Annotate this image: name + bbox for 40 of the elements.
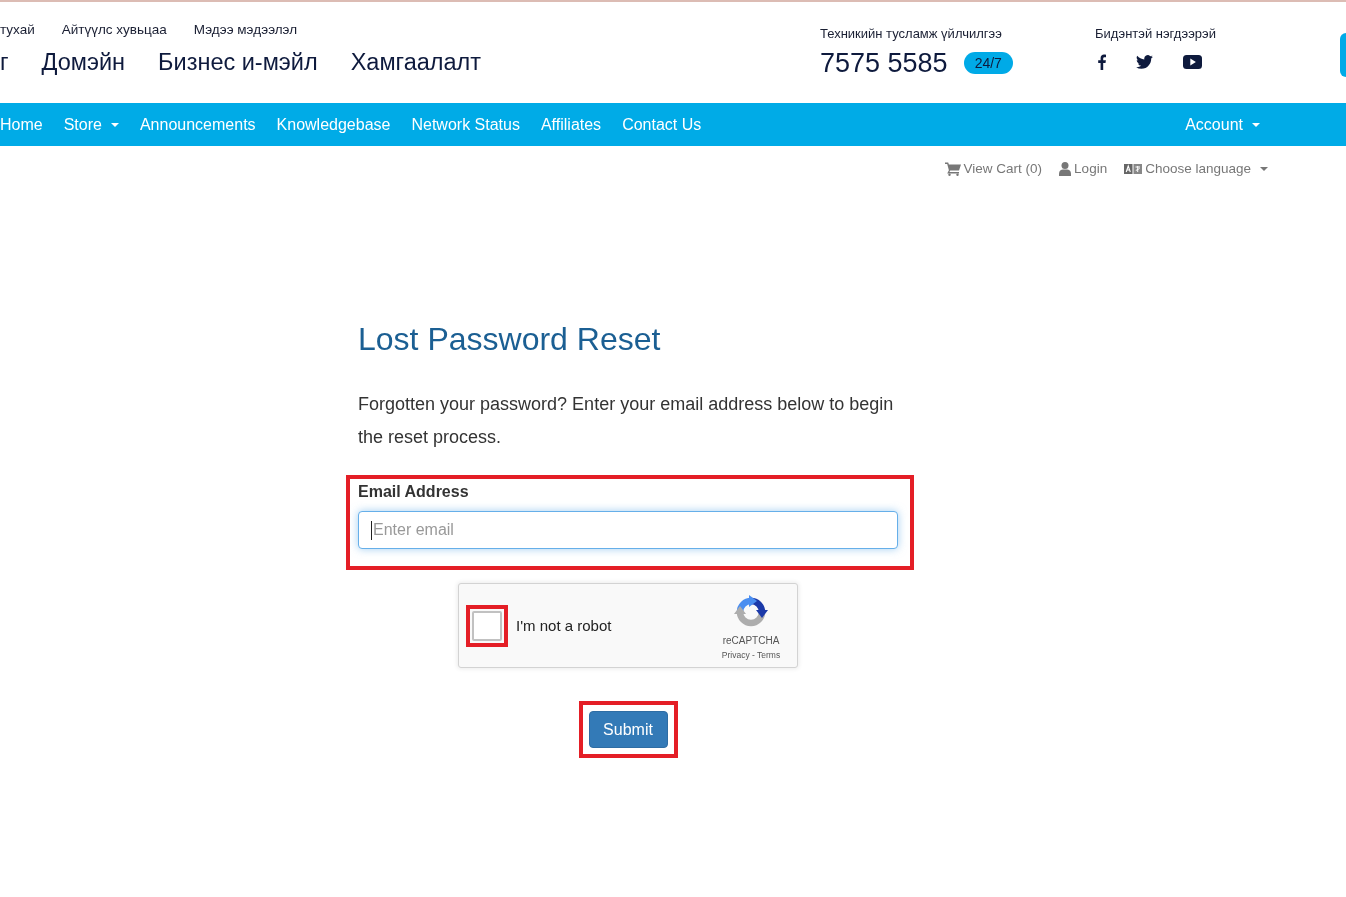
page-title: Lost Password Reset bbox=[358, 320, 662, 359]
captcha-brand: reCAPTCHA bbox=[722, 635, 780, 647]
view-cart-link[interactable]: View Cart (0) bbox=[944, 160, 1043, 178]
round-button[interactable] bbox=[1340, 33, 1346, 77]
login-link[interactable]: Login bbox=[1059, 160, 1108, 178]
twitter-icon[interactable] bbox=[1136, 55, 1153, 69]
captcha-checkbox[interactable] bbox=[472, 610, 502, 641]
text-cursor-icon bbox=[371, 521, 372, 540]
cart-icon bbox=[944, 162, 961, 176]
user-icon bbox=[1059, 162, 1072, 176]
submit-button[interactable]: Submit bbox=[588, 711, 668, 748]
captcha-terms-links[interactable]: Privacy - Terms bbox=[721, 649, 781, 661]
header-menu-link[interactable]: Домэйн bbox=[41, 49, 126, 76]
header-menu-link[interactable]: г bbox=[0, 49, 9, 76]
email-input[interactable]: Enter email bbox=[358, 511, 898, 549]
captcha-label: I'm not a robot bbox=[516, 617, 612, 634]
hours-badge: 24/7 bbox=[963, 52, 1013, 74]
nav-link[interactable]: Network Status bbox=[411, 114, 520, 135]
nav-link[interactable]: Announcements bbox=[139, 114, 256, 135]
nav-link[interactable]: Contact Us bbox=[622, 114, 702, 135]
header-menu-link[interactable]: Хамгаалалт bbox=[350, 49, 482, 76]
intro-text: Forgotten your password? Enter your email address below to begin the reset process. bbox=[358, 393, 895, 449]
phone-number: 7575 5585 bbox=[820, 47, 948, 79]
header-link[interactable]: тухай bbox=[0, 22, 35, 38]
support-label: Техникийн тусламж үйлчилгээ bbox=[820, 26, 1003, 42]
account-menu[interactable]: Account bbox=[1185, 114, 1260, 135]
header-menu-link[interactable]: Бизнес и-мэйл bbox=[158, 49, 318, 76]
facebook-icon[interactable] bbox=[1098, 54, 1106, 70]
header-link[interactable]: Мэдээ мэдээлэл bbox=[193, 22, 298, 38]
field-label: Email Address bbox=[358, 482, 470, 502]
nav-link[interactable]: Affiliates bbox=[540, 114, 602, 135]
circular-arrows-icon bbox=[734, 595, 768, 629]
youtube-icon[interactable] bbox=[1183, 55, 1202, 69]
language-icon bbox=[1124, 164, 1143, 174]
header-link[interactable]: Айтүүлс хувьцаа bbox=[61, 22, 167, 38]
social-label: Бидэнтэй нэгдээрэй bbox=[1095, 26, 1217, 42]
nav-link[interactable]: Home bbox=[0, 114, 43, 135]
language-dropdown[interactable]: Choose language bbox=[1124, 160, 1268, 178]
nav-link[interactable]: Knowledgebase bbox=[276, 114, 391, 135]
nav-link[interactable]: Store bbox=[63, 114, 119, 135]
